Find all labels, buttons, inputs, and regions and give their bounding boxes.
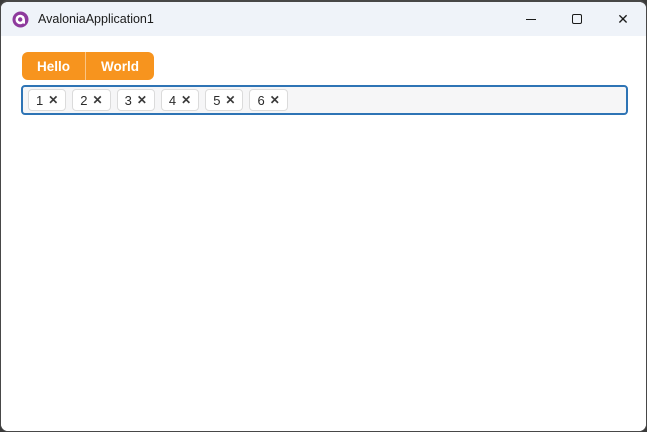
chip-label: 3 [124, 92, 132, 108]
close-button[interactable]: ✕ [600, 2, 646, 36]
chip-2[interactable]: 2 ✕ [72, 89, 111, 111]
close-icon: ✕ [617, 11, 629, 27]
titlebar-controls: ✕ [508, 2, 646, 36]
maximize-button[interactable] [554, 2, 600, 36]
chip-close-icon[interactable]: ✕ [48, 94, 58, 106]
chip-close-icon[interactable]: ✕ [137, 94, 147, 106]
window-title: AvaloniaApplication1 [38, 12, 154, 26]
app-window: AvaloniaApplication1 ✕ Hello World 1 ✕ 2… [0, 0, 647, 432]
chip-input[interactable]: 1 ✕ 2 ✕ 3 ✕ 4 ✕ 5 ✕ 6 ✕ [21, 85, 628, 115]
chip-5[interactable]: 5 ✕ [205, 89, 244, 111]
chip-close-icon[interactable]: ✕ [225, 94, 235, 106]
avalonia-logo-icon [12, 11, 29, 27]
world-button[interactable]: World [86, 52, 154, 80]
chip-close-icon[interactable]: ✕ [93, 94, 103, 106]
chip-4[interactable]: 4 ✕ [160, 89, 200, 111]
chip-label: 5 [213, 92, 221, 108]
segmented-button-group: Hello World [22, 52, 155, 80]
chip-label: 1 [36, 92, 44, 108]
titlebar: AvaloniaApplication1 ✕ [1, 2, 646, 36]
main-content: Hello World 1 ✕ 2 ✕ 3 ✕ 4 ✕ 5 ✕ 6 ✕ [1, 36, 646, 431]
hello-button[interactable]: Hello [22, 52, 85, 80]
minimize-button[interactable] [508, 2, 554, 36]
chip-label: 4 [168, 92, 177, 108]
maximize-icon [572, 14, 582, 24]
chip-3[interactable]: 3 ✕ [116, 89, 155, 111]
chip-label: 6 [257, 92, 265, 108]
chip-1[interactable]: 1 ✕ [28, 89, 67, 111]
chip-close-icon[interactable]: ✕ [181, 94, 191, 106]
chip-close-icon[interactable]: ✕ [270, 94, 280, 106]
chip-label: 2 [80, 92, 88, 108]
chip-6[interactable]: 6 ✕ [249, 89, 288, 111]
minimize-icon [526, 18, 536, 20]
